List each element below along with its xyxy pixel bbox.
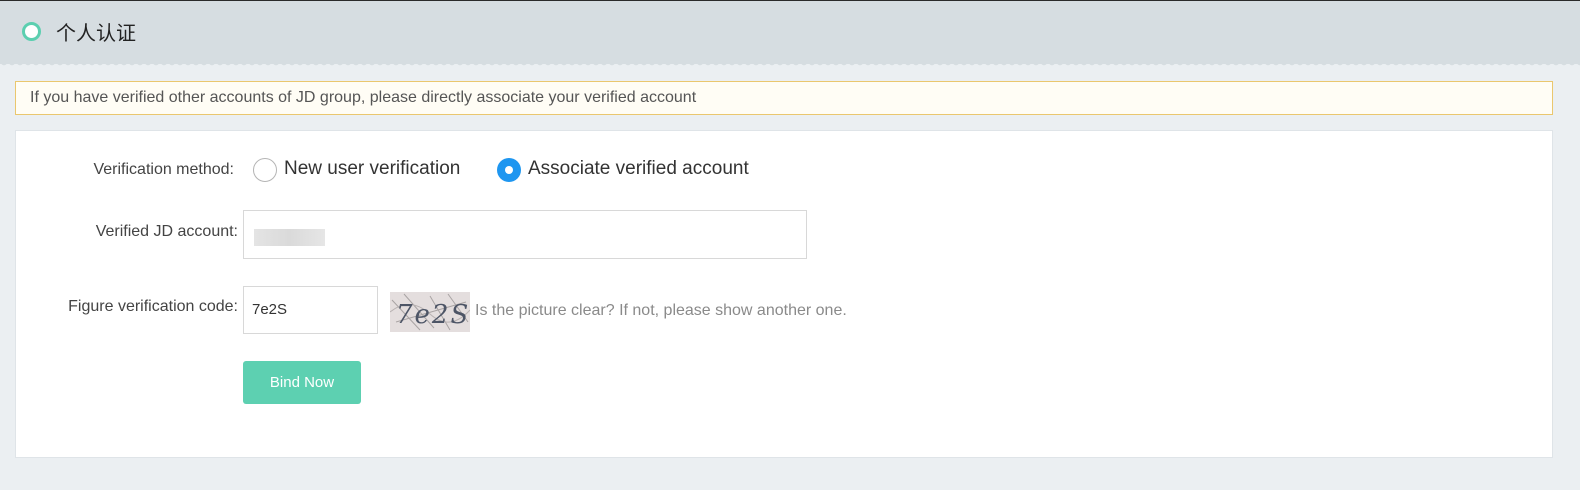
radio-label-associate-verified-account[interactable]: Associate verified account xyxy=(528,158,749,180)
captcha-refresh-hint[interactable]: Is the picture clear? If not, please sho… xyxy=(475,302,847,320)
radio-associate-verified-account[interactable] xyxy=(497,158,521,182)
ring-icon xyxy=(22,22,41,41)
radio-checked-dot xyxy=(505,166,513,174)
captcha-input[interactable]: 7e2S xyxy=(243,286,378,334)
bind-now-button[interactable]: Bind Now xyxy=(243,361,361,404)
page-header: 个人认证 xyxy=(0,0,1580,67)
masked-account-value xyxy=(254,229,325,246)
captcha-text: 7e2S xyxy=(396,300,470,330)
radio-label-new-user-verification[interactable]: New user verification xyxy=(284,158,460,180)
captcha-noise-graphic: 7e2S xyxy=(390,293,470,331)
verified-account-label: Verified JD account: xyxy=(95,223,238,240)
captcha-label: Figure verification code: xyxy=(68,298,238,315)
verification-method-label: Verification method: xyxy=(93,161,234,178)
notice-banner: If you have verified other accounts of J… xyxy=(15,81,1553,115)
verified-account-input[interactable] xyxy=(243,210,807,259)
captcha-image[interactable]: 7e2S xyxy=(390,292,470,332)
verification-form-panel: Verification method: New user verificati… xyxy=(15,130,1553,458)
page-title: 个人认证 xyxy=(56,21,136,45)
radio-new-user-verification[interactable] xyxy=(253,158,277,182)
